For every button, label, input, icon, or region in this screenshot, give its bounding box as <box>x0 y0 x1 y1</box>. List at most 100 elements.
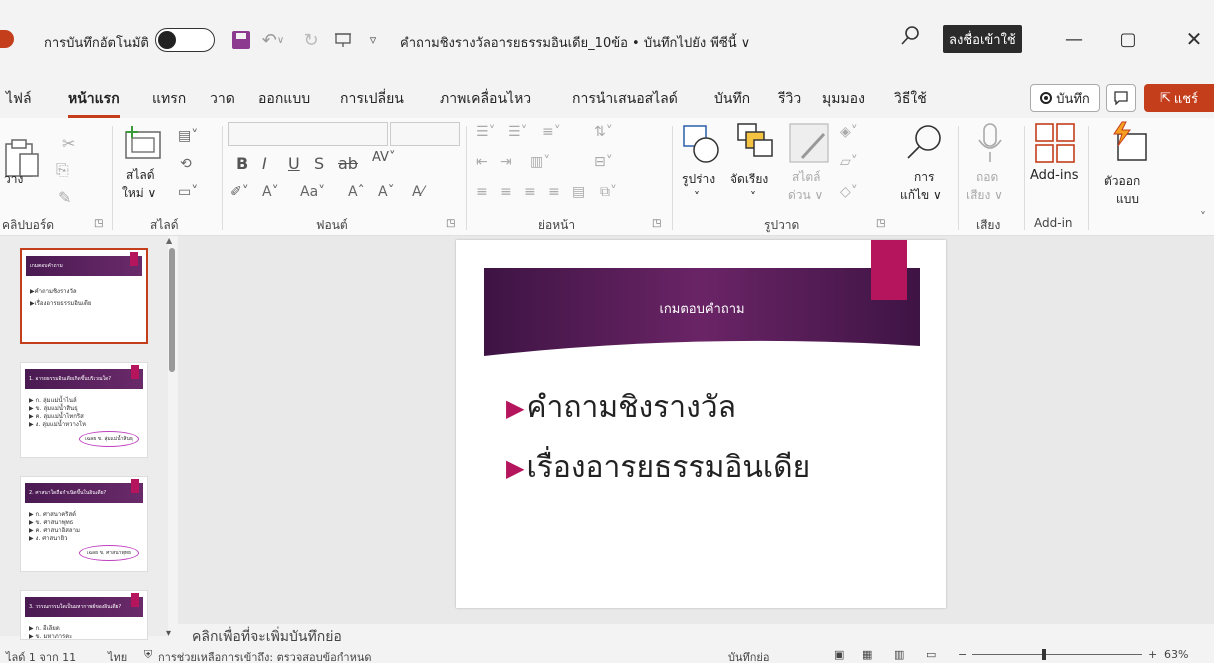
slide-thumbnail[interactable]: 3. วรรณกรรมใดเป็นมหากาพย์ของอินเดีย? ▶ ก… <box>20 590 148 640</box>
section-icon[interactable]: ▭˅ <box>178 184 198 200</box>
shapes-icon[interactable] <box>682 124 722 164</box>
tab-home[interactable]: หน้าแรก <box>68 88 120 118</box>
italic-icon[interactable]: I <box>262 154 267 173</box>
reset-icon[interactable]: ⟲ <box>180 156 192 172</box>
addins-label[interactable]: Add-ins <box>1030 168 1078 183</box>
shadow-icon[interactable]: S <box>314 154 324 173</box>
tab-view[interactable]: มุมมอง <box>822 88 865 110</box>
align-text-icon[interactable]: ⊟˅ <box>594 154 613 170</box>
arrange-label[interactable]: จัดเรียง <box>730 170 768 189</box>
thumbnail-scrollbar[interactable] <box>169 248 175 372</box>
text-direction-icon[interactable]: ⇅˅ <box>594 124 613 140</box>
undo-icon[interactable]: ↶ ∨ <box>256 26 290 54</box>
clipboard-launcher-icon[interactable]: ◳ <box>94 218 103 229</box>
tab-help[interactable]: วิธีใช้ <box>894 88 927 110</box>
slide-thumbnail[interactable]: 2. ศาสนาใดถือกำเนิดขึ้นในอินเดีย? ▶ ก. ศ… <box>20 476 148 572</box>
share-button[interactable]: ⇱ แชร์ <box>1144 84 1214 112</box>
tab-draw[interactable]: วาด <box>210 88 235 110</box>
decrease-font-icon[interactable]: Aˇ <box>378 184 395 200</box>
align-left-icon[interactable]: ≡ <box>476 184 488 200</box>
zoom-slider-thumb[interactable] <box>1042 649 1046 660</box>
tab-review[interactable]: รีวิว <box>778 88 801 110</box>
clear-formatting-icon[interactable]: A⁄ <box>412 184 424 200</box>
editing-label[interactable]: การ <box>914 168 934 187</box>
minimize-button[interactable]: — <box>1054 24 1094 54</box>
tab-design[interactable]: ออกแบบ <box>258 88 310 110</box>
redo-icon[interactable]: ↻ <box>298 26 324 54</box>
notes-button[interactable]: บันทึกย่อ <box>728 648 769 663</box>
accessibility-icon[interactable]: ⛨ <box>144 648 152 662</box>
increase-indent-icon[interactable]: ⇥ <box>500 154 512 170</box>
decrease-indent-icon[interactable]: ⇤ <box>476 154 488 170</box>
current-slide[interactable]: เกมตอบคำถาม ▶ คำถามชิงรางวัล ▶ เรื่องอาร… <box>456 240 946 608</box>
font-launcher-icon[interactable]: ◳ <box>446 218 455 229</box>
underline-icon[interactable]: U <box>288 154 300 173</box>
format-painter-icon[interactable]: ✎ <box>58 188 71 207</box>
ribbon-expand-icon[interactable]: ˅ <box>1200 210 1206 224</box>
font-color-icon[interactable]: A˅ <box>262 184 279 200</box>
tab-record[interactable]: บันทึก <box>714 88 750 110</box>
tab-file[interactable]: ไฟล์ <box>6 88 32 110</box>
zoom-slider[interactable] <box>972 654 1142 655</box>
shapes-label[interactable]: รูปร่าง <box>682 170 715 189</box>
present-from-start-icon[interactable] <box>330 26 356 54</box>
restore-button[interactable]: ▢ <box>1108 24 1148 54</box>
bullets-icon[interactable]: ☰˅ <box>476 124 496 140</box>
font-name-box[interactable] <box>228 122 388 146</box>
highlight-color-icon[interactable]: ✐˅ <box>230 184 249 200</box>
increase-font-icon[interactable]: Aˆ <box>348 184 365 200</box>
slide-title[interactable]: เกมตอบคำถาม <box>484 298 920 319</box>
notes-placeholder[interactable]: คลิกเพื่อที่จะเพิ่มบันทึกย่อ <box>192 626 342 648</box>
scroll-up-arrow-icon[interactable]: ▲ <box>166 236 172 245</box>
numbering-icon[interactable]: ☰˅ <box>508 124 528 140</box>
font-size-box[interactable] <box>390 122 460 146</box>
columns-icon[interactable]: ▥˅ <box>530 154 550 170</box>
new-slide-label[interactable]: สไลด์ <box>126 166 155 185</box>
cut-icon[interactable]: ✂ <box>62 134 75 153</box>
zoom-level[interactable]: 63% <box>1164 648 1188 661</box>
addins-icon[interactable] <box>1034 122 1076 164</box>
paragraph-launcher-icon[interactable]: ◳ <box>652 218 661 229</box>
zoom-out-icon[interactable]: − <box>958 648 967 661</box>
tab-slideshow[interactable]: การนำเสนอสไลด์ <box>572 88 678 110</box>
paste-label[interactable]: วาง <box>4 170 23 189</box>
find-icon[interactable] <box>904 122 944 162</box>
shape-effects-icon[interactable]: ◇˅ <box>840 184 858 200</box>
customize-toolbar-icon[interactable]: ▿ <box>364 26 382 54</box>
drawing-launcher-icon[interactable]: ◳ <box>876 218 885 229</box>
copy-icon[interactable]: ⎘ <box>56 160 69 180</box>
new-slide-icon[interactable] <box>122 124 166 160</box>
slideshow-view-icon[interactable]: ▭ <box>926 648 936 661</box>
arrange-dropdown[interactable]: ˅ <box>750 190 756 204</box>
autosave-toggle[interactable] <box>155 28 215 52</box>
shape-fill-icon[interactable]: ◈˅ <box>840 124 858 140</box>
dictate-dropdown[interactable]: เสียง ∨ <box>966 186 1003 205</box>
designer-icon[interactable] <box>1110 120 1150 164</box>
bold-icon[interactable]: B <box>236 154 248 173</box>
slide-bullet[interactable]: ▶ เรื่องอารยธรรมอินเดีย <box>506 444 810 491</box>
slide-sorter-icon[interactable]: ▦ <box>862 648 872 661</box>
record-button[interactable]: บันทึก <box>1030 84 1100 112</box>
new-slide-dropdown[interactable]: ใหม่ ∨ <box>122 184 156 203</box>
line-spacing-icon[interactable]: ≡˅ <box>542 124 561 140</box>
reading-view-icon[interactable]: ▥ <box>894 648 904 661</box>
normal-view-icon[interactable]: ▣ <box>834 648 844 661</box>
strikethrough-icon[interactable]: ab <box>338 154 358 173</box>
editing-dropdown[interactable]: แก้ไข ∨ <box>900 186 942 205</box>
change-case-icon[interactable]: Aa˅ <box>300 184 325 200</box>
shapes-dropdown[interactable]: ˅ <box>694 190 700 204</box>
microphone-icon[interactable] <box>976 122 1004 164</box>
accessibility-status[interactable]: การช่วยเหลือการเข้าถึง: ตรวจสอบข้อกำหนด <box>158 648 371 663</box>
smartart-icon[interactable]: ⧉˅ <box>600 184 617 200</box>
quick-styles-icon[interactable] <box>788 122 832 164</box>
language-indicator[interactable]: ไทย <box>108 648 127 663</box>
align-center-icon[interactable]: ≡ <box>500 184 512 200</box>
save-icon[interactable] <box>228 26 254 54</box>
char-spacing-icon[interactable]: AV˅ <box>372 150 395 165</box>
notes-collapse-icon[interactable]: ▾ <box>166 628 171 639</box>
search-icon[interactable] <box>898 24 926 52</box>
arrange-icon[interactable] <box>736 122 776 164</box>
tab-transitions[interactable]: การเปลี่ยน <box>340 88 404 110</box>
dictate-label[interactable]: ถอด <box>976 168 998 187</box>
quick-styles-label[interactable]: สไตล์ <box>792 168 821 187</box>
